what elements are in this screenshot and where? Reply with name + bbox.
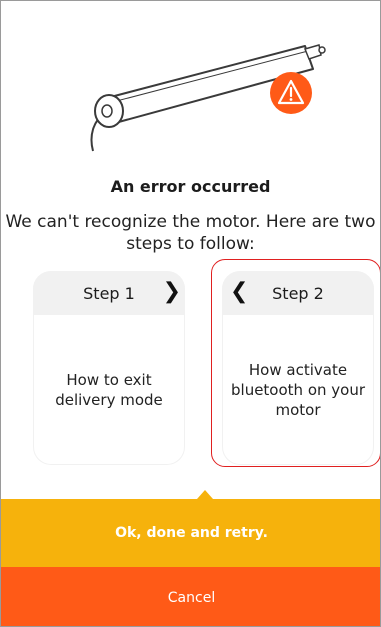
warning-icon xyxy=(270,72,312,114)
dialog-title: An error occurred xyxy=(110,177,271,196)
pointer-arrow xyxy=(197,490,213,499)
step-2-highlight xyxy=(211,259,380,467)
error-dialog: An error occurred We can't recognize the… xyxy=(0,0,381,627)
retry-button[interactable]: Ok, done and retry. xyxy=(1,499,380,567)
chevron-right-icon[interactable]: ❯ xyxy=(163,281,181,303)
step-card-1[interactable]: Step 1 ❯ How to exit delivery mode xyxy=(33,271,185,465)
cancel-button[interactable]: Cancel xyxy=(1,567,380,626)
dialog-description: We can't recognize the motor. Here are t… xyxy=(5,212,376,254)
step-text: How to exit delivery mode xyxy=(34,315,184,464)
step-card-header: Step 1 ❯ xyxy=(33,271,185,315)
